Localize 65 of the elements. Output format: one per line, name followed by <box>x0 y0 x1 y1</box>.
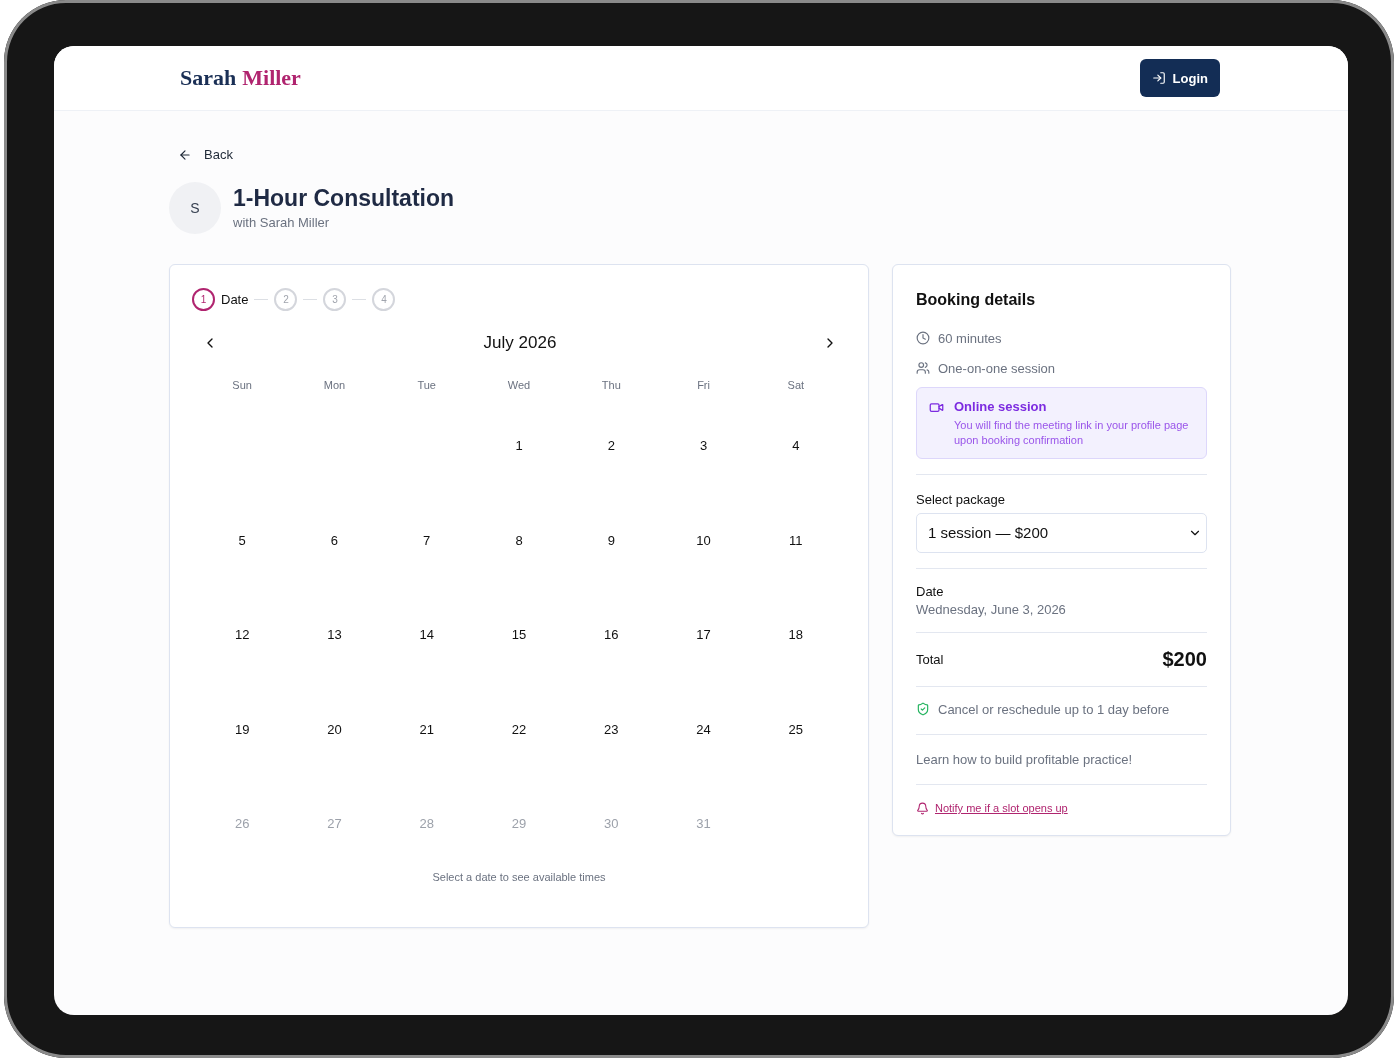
date-label: Date <box>916 583 945 599</box>
step-indicator: 3 <box>323 287 347 311</box>
session-type-text: One-on-one session <box>938 360 1056 376</box>
calendar-day[interactable]: 23 <box>598 717 625 741</box>
calendar-day[interactable]: 13 <box>321 623 348 647</box>
calendar-day[interactable]: 19 <box>228 717 256 741</box>
calendar-day[interactable]: 25 <box>782 717 810 741</box>
promo-text: Learn how to build profitable practice! <box>916 751 1134 767</box>
weekday-label: Sat <box>787 378 805 391</box>
login-icon <box>1151 71 1166 85</box>
calendar-day[interactable]: 6 <box>324 528 345 552</box>
calendar-day[interactable]: 2 <box>601 434 621 458</box>
calendar-day[interactable]: 8 <box>509 528 529 552</box>
calendar-hint: Select a date to see available times <box>432 871 606 883</box>
weekday-label: Thu <box>601 378 621 391</box>
bell-icon <box>916 801 929 815</box>
notice-title: Online session <box>954 398 1048 414</box>
date-value: Wednesday, June 3, 2026 <box>916 601 1067 617</box>
package-select[interactable]: 1 session — $200 <box>916 512 1207 553</box>
calendar-day[interactable]: 11 <box>783 528 809 552</box>
calendar-day[interactable]: 22 <box>505 717 533 741</box>
logo-text: Sarah <box>180 65 237 91</box>
month-title: July 2026 <box>483 332 557 353</box>
calendar-day[interactable]: 17 <box>690 623 717 647</box>
notice-text: You will find the meeting link in your profile page upon booking confirmation <box>954 417 1190 448</box>
users-icon <box>916 361 930 375</box>
service-title: 1-Hour Consultation <box>233 185 455 212</box>
calendar-day[interactable]: 18 <box>782 623 810 647</box>
booking-title: Booking details <box>916 290 1037 309</box>
field-label: Select package <box>916 491 1006 507</box>
calendar-day[interactable]: 4 <box>786 434 806 458</box>
total-label: Total <box>916 651 944 667</box>
total-amount: $200 <box>1162 647 1207 671</box>
step-label: Date <box>221 291 249 307</box>
service-subtitle: with Sarah Miller <box>233 215 331 230</box>
calendar-day[interactable]: 20 <box>321 717 348 741</box>
calendar-day[interactable]: 10 <box>690 528 717 552</box>
weekday-label: Tue <box>417 378 436 391</box>
calendar-day[interactable]: 3 <box>693 434 714 458</box>
policy-text: Cancel or reschedule up to 1 day before <box>938 701 1170 717</box>
notify-link[interactable]: Notify me if a slot opens up <box>935 802 1068 814</box>
weekday-label: Wed <box>507 378 531 391</box>
clock-icon <box>916 331 930 345</box>
avatar: S <box>169 181 221 234</box>
calendar-day[interactable]: 16 <box>598 623 625 647</box>
shield-check-icon <box>916 702 930 716</box>
calendar-day[interactable]: 15 <box>505 623 533 647</box>
duration-text: 60 minutes <box>938 330 1002 346</box>
calendar-day[interactable]: 9 <box>601 528 621 552</box>
step-indicator: 4 <box>372 287 396 311</box>
weekday-label: Fri <box>697 378 710 391</box>
calendar-day[interactable]: 12 <box>228 623 256 647</box>
step-indicator: 2 <box>274 287 298 311</box>
back-link[interactable]: Back <box>178 147 233 162</box>
calendar-day[interactable]: 21 <box>413 717 440 741</box>
login-button[interactable]: Login <box>1139 59 1220 97</box>
step-indicator: 1 <box>192 287 215 311</box>
calendar-day[interactable]: 5 <box>232 528 252 552</box>
logo-text: Miller <box>242 65 301 91</box>
weekday-label: Mon <box>323 378 346 391</box>
calendar-day[interactable]: 7 <box>417 528 437 552</box>
calendar-day[interactable]: 1 <box>509 434 529 458</box>
calendar-day[interactable]: 24 <box>690 717 717 741</box>
calendar-day[interactable]: 14 <box>413 623 440 647</box>
weekday-label: Sun <box>232 378 252 391</box>
